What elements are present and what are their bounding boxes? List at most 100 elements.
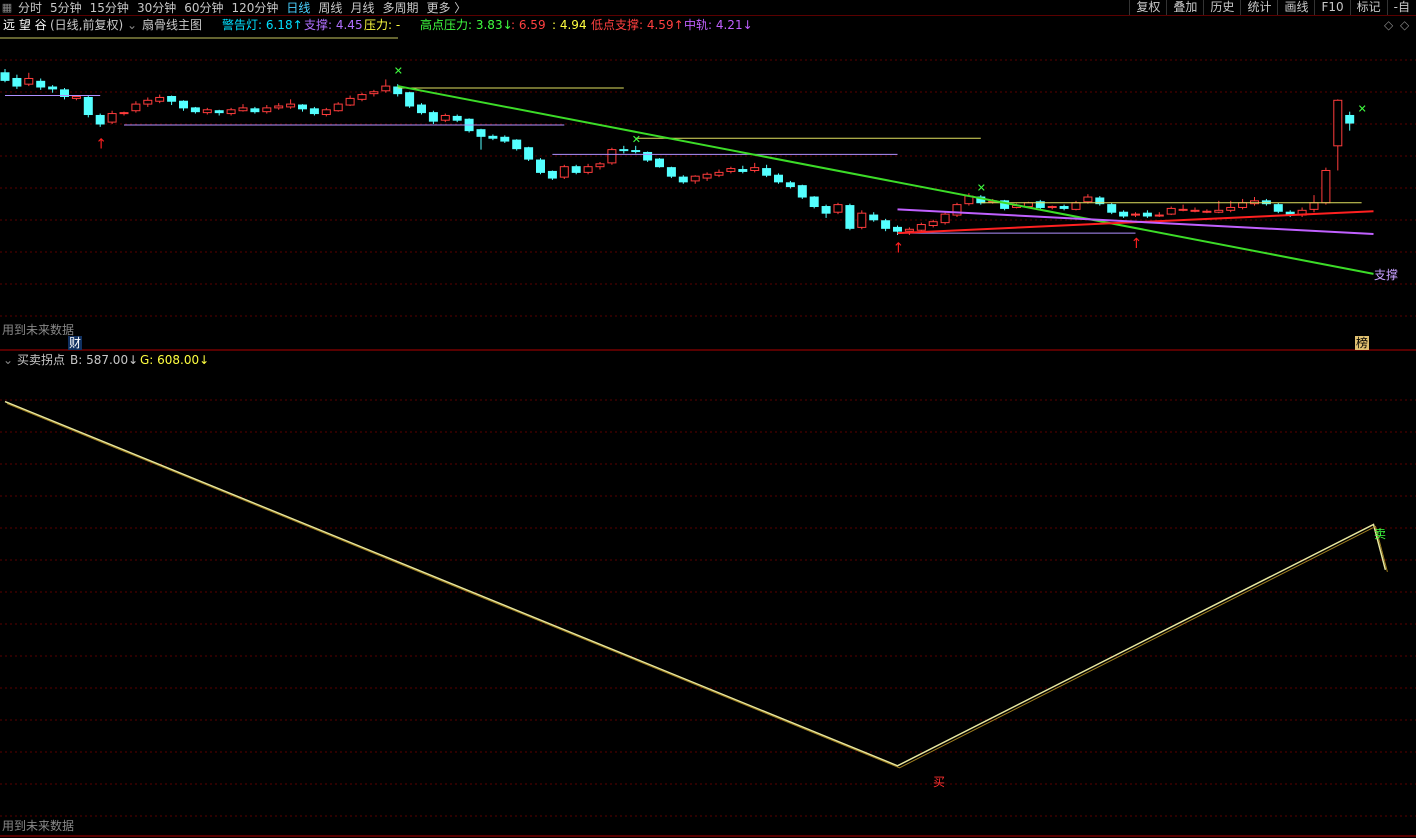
candle-body <box>928 221 938 226</box>
candle-body <box>179 100 188 109</box>
candle-body <box>1142 212 1152 217</box>
candle-body <box>369 91 379 95</box>
candle-body <box>309 108 319 115</box>
candle-body <box>1238 202 1248 208</box>
main-footer-note: 用到未来数据 <box>2 323 75 337</box>
candle-body <box>428 112 438 122</box>
candle-body <box>500 136 510 142</box>
up-arrow-marker: ↑ <box>1131 236 1143 252</box>
candle-body <box>202 109 212 114</box>
candle-body <box>583 166 593 173</box>
candle-body <box>24 77 34 85</box>
candle-body <box>904 228 914 232</box>
candle-body <box>190 107 200 113</box>
up-arrow-marker: ↑ <box>893 241 905 257</box>
kline-chart: ↑ ↑ ↑ ✕ ✕ ✕ ✕ <box>0 37 1416 837</box>
candle-body <box>1047 206 1057 209</box>
candle-body <box>666 167 676 177</box>
candle-body <box>762 168 772 176</box>
candle-body <box>226 109 236 115</box>
candle-body <box>821 206 831 214</box>
candle-body <box>488 135 498 139</box>
x-marker: ✕ <box>394 65 403 78</box>
candle-body <box>643 151 653 161</box>
candle-body <box>1345 114 1355 124</box>
candle-body <box>1190 209 1200 212</box>
downtrend-line <box>397 85 1374 275</box>
candle-body <box>571 166 581 173</box>
candle-body <box>1214 209 1224 213</box>
candle-body <box>726 168 736 172</box>
candle-body <box>1107 204 1117 213</box>
candle-body <box>274 105 284 109</box>
x-marker: ✕ <box>1358 103 1367 116</box>
candle-body <box>1309 202 1319 210</box>
candle-body <box>1154 214 1164 217</box>
support-label: 支撑 <box>1374 268 1399 282</box>
marker-cai: 财 <box>68 336 83 350</box>
candle-body <box>702 173 712 179</box>
up-arrow-marker: ↑ <box>95 136 107 152</box>
candle-body <box>714 171 724 176</box>
x-marker: ✕ <box>632 133 641 146</box>
candle-body <box>143 99 153 105</box>
candle-body <box>595 163 605 168</box>
candle-body <box>655 158 664 168</box>
marker-bang: 榜 <box>1355 336 1370 350</box>
candle-body <box>738 169 748 172</box>
candle-body <box>345 97 355 106</box>
candle-body <box>524 147 534 160</box>
candle-body <box>167 95 177 102</box>
candle-body <box>774 174 783 183</box>
candle-body <box>238 107 248 112</box>
candle-body <box>36 80 46 88</box>
candle-body <box>631 150 641 153</box>
candle-body <box>1059 206 1069 209</box>
candle-body <box>1131 213 1140 216</box>
candle-body <box>1119 211 1129 217</box>
candle-body <box>809 196 819 208</box>
candle-body <box>1166 207 1176 215</box>
x-marker: ✕ <box>977 181 986 194</box>
candle-body <box>333 103 343 112</box>
candle-body <box>857 212 867 228</box>
candle-body <box>48 86 58 90</box>
candle-body <box>881 220 891 229</box>
candle-body <box>1273 204 1283 212</box>
candle-body <box>1226 206 1236 211</box>
candle-body <box>1083 196 1093 203</box>
candle-body <box>155 96 165 102</box>
candle-body <box>214 110 224 114</box>
candle-body <box>417 104 426 114</box>
candle-body <box>607 149 617 164</box>
sub-footer-note: 用到未来数据 <box>2 819 75 833</box>
candle-body <box>357 94 367 100</box>
candle-body <box>440 114 450 121</box>
candle-body <box>833 204 843 213</box>
candle-body <box>12 77 22 87</box>
candle-body <box>619 149 629 152</box>
candle-body <box>71 95 81 99</box>
candle-body <box>940 213 950 224</box>
sell-label: 卖 <box>1374 527 1387 541</box>
candle-body <box>452 115 462 121</box>
candle-body <box>1071 202 1081 210</box>
candle-body <box>131 103 141 112</box>
buy-sell-line <box>4 400 1387 767</box>
candle-body <box>916 224 926 231</box>
candle-body <box>95 114 105 125</box>
candle-body <box>785 182 795 188</box>
buy-label: 买 <box>933 775 946 789</box>
candle-body <box>262 107 272 113</box>
candle-body <box>678 176 688 183</box>
candle-body <box>83 96 93 116</box>
candle-body <box>547 170 557 179</box>
candle-body <box>321 109 331 116</box>
candle-body <box>845 205 855 229</box>
candle-body <box>286 103 296 108</box>
candle-body <box>381 85 391 92</box>
candle-body <box>1202 210 1212 213</box>
candle-body <box>250 108 260 113</box>
candle-body <box>512 139 522 150</box>
candle-body <box>797 185 807 198</box>
